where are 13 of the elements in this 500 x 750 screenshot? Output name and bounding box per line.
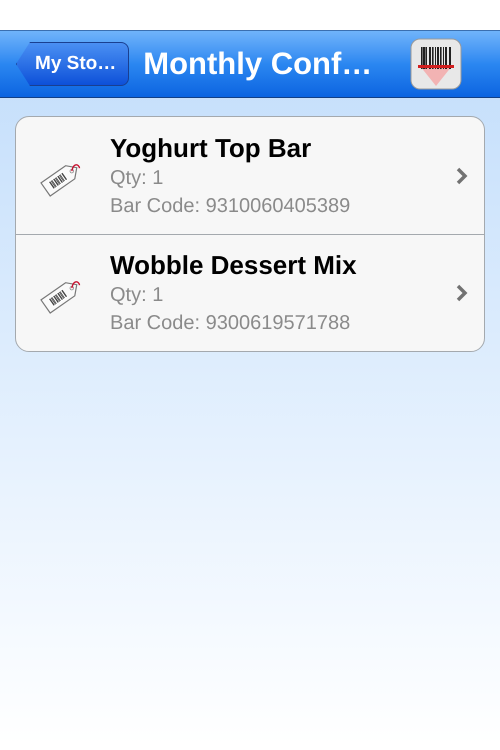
item-barcode: Bar Code: 9310060405389 [110,194,352,218]
chevron-icon [456,284,468,302]
nav-title: Monthly Conf… [143,44,372,83]
item-quantity: Qty: 1 [110,166,164,190]
barcode-scanner-icon[interactable] [410,38,462,90]
item-name: Wobble Dessert Mix [110,249,358,281]
chevron-icon [456,166,468,184]
list-item[interactable]: Wobble Dessert Mix Qty: 1 Bar Code: 9300619571788 [16,234,484,351]
item-quantity: Qty: 1 [110,283,164,308]
list-item[interactable]: Yoghurt Top Bar Qty: 1 Bar Code: 9310060405389 [16,117,484,234]
item-barcode: Bar Code: 9300619571788 [110,311,352,336]
back-button[interactable]: My Sto… [16,42,130,86]
item-name: Yoghurt Top Bar [110,132,312,164]
